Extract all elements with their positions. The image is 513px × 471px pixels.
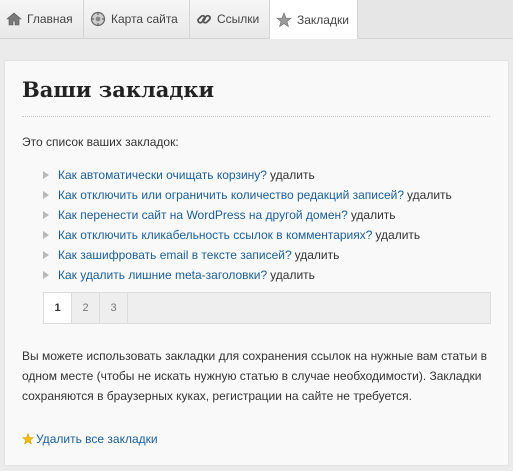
page-2-button[interactable]: 2 <box>72 293 100 323</box>
delete-bookmark-link[interactable]: удалить <box>270 165 315 185</box>
bullet-arrow-icon <box>43 191 49 199</box>
page-title: Ваши закладки <box>22 77 215 102</box>
tab-bookmarks-label: Закладки <box>297 12 349 27</box>
bookmark-link[interactable]: Как автоматически очищать корзину? <box>58 165 267 185</box>
title-divider <box>22 116 490 117</box>
home-icon <box>6 12 22 26</box>
list-item: Как отключить или ограничить количество … <box>43 185 452 205</box>
tab-bookmarks[interactable]: Закладки <box>270 0 358 39</box>
bookmark-list: Как автоматически очищать корзину? удали… <box>43 165 452 285</box>
delete-bookmark-link[interactable]: удалить <box>351 205 396 225</box>
pagination: 1 2 3 <box>43 292 491 324</box>
bookmark-link[interactable]: Как удалить лишние meta-заголовки? <box>58 265 267 285</box>
star-icon <box>22 433 34 445</box>
star-icon <box>276 11 292 27</box>
bookmark-link[interactable]: Как отключить кликабельность ссылок в ко… <box>58 225 372 245</box>
tab-links-label: Ссылки <box>217 12 260 26</box>
delete-all-bookmarks-link[interactable]: Удалить все закладки <box>22 432 158 446</box>
delete-bookmark-link[interactable]: удалить <box>375 225 420 245</box>
tab-links[interactable]: Ссылки <box>190 0 270 38</box>
list-item: Как перенести сайт на WordPress на друго… <box>43 205 452 225</box>
bookmark-link[interactable]: Как отключить или ограничить количество … <box>58 185 404 205</box>
delete-bookmark-link[interactable]: удалить <box>270 265 315 285</box>
bullet-arrow-icon <box>43 251 49 259</box>
intro-text: Это список ваших закладок: <box>22 135 179 149</box>
bookmark-link[interactable]: Как зашифровать email в тексте записей? <box>58 245 292 265</box>
sitemap-icon <box>90 11 106 27</box>
tab-home-label: Главная <box>27 12 73 26</box>
list-item: Как удалить лишние meta-заголовки? удали… <box>43 265 452 285</box>
info-note: Вы можете использовать закладки для сохр… <box>22 349 488 403</box>
tab-sitemap[interactable]: Карта сайта <box>84 0 190 38</box>
bullet-arrow-icon <box>43 271 49 279</box>
delete-bookmark-link[interactable]: удалить <box>407 185 452 205</box>
link-icon <box>197 14 211 24</box>
page-1-button[interactable]: 1 <box>44 293 72 323</box>
bullet-arrow-icon <box>43 211 49 219</box>
list-item: Как зашифровать email в тексте записей? … <box>43 245 452 265</box>
list-item: Как отключить кликабельность ссылок в ко… <box>43 225 452 245</box>
bookmarks-panel: Ваши закладки Это список ваших закладок:… <box>4 60 509 466</box>
bullet-arrow-icon <box>43 231 49 239</box>
delete-bookmark-link[interactable]: удалить <box>295 245 340 265</box>
page-3-button[interactable]: 3 <box>100 293 128 323</box>
bookmark-link[interactable]: Как перенести сайт на WordPress на друго… <box>58 205 348 225</box>
tab-sitemap-label: Карта сайта <box>111 12 178 26</box>
list-item: Как автоматически очищать корзину? удали… <box>43 165 452 185</box>
delete-all-label: Удалить все закладки <box>36 432 158 446</box>
bullet-arrow-icon <box>43 171 49 179</box>
tab-home[interactable]: Главная <box>0 0 84 38</box>
tab-bar: Главная Карта сайта Ссылки Закладки <box>0 0 513 39</box>
